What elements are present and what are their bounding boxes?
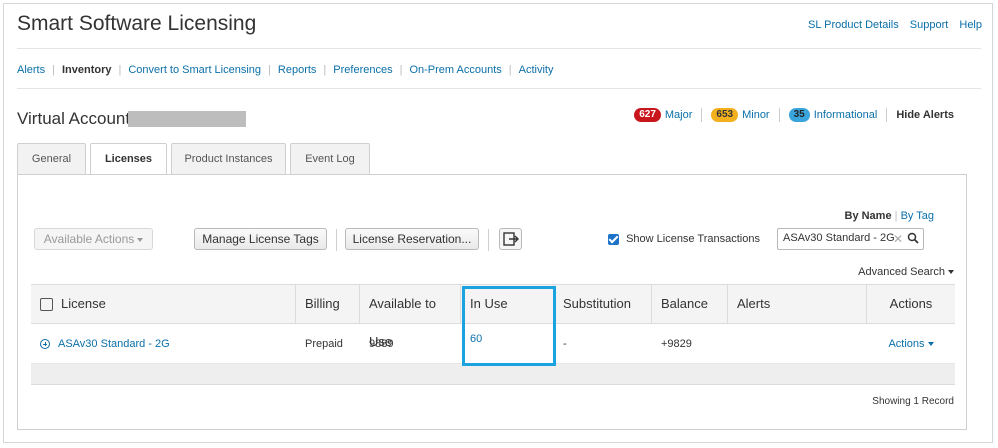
tab-bar: General Licenses Product Instances Event… <box>17 143 374 175</box>
nav-separator: | <box>268 64 271 76</box>
alert-separator <box>701 108 703 122</box>
nav-separator: | <box>52 64 55 76</box>
virtual-account-label: Virtual Account: <box>17 109 135 128</box>
search-icon[interactable] <box>907 232 919 247</box>
support-link[interactable]: Support <box>910 19 949 31</box>
available-actions-label: Available Actions <box>43 232 135 246</box>
column-substitution[interactable]: Substitution <box>554 285 652 323</box>
nav-on-prem-accounts[interactable]: On-Prem Accounts <box>409 64 501 76</box>
search-mode-toggle: By Name | By Tag <box>845 210 935 222</box>
search-by-name[interactable]: By Name <box>845 210 892 222</box>
manage-license-tags-button[interactable]: Manage License Tags <box>194 228 327 250</box>
show-transactions-checkbox[interactable] <box>608 233 619 245</box>
divider <box>17 88 981 89</box>
alerts-cell <box>728 324 867 363</box>
row-actions-label: Actions <box>888 338 925 350</box>
license-cell: ASAv30 Standard - 2G <box>31 324 296 363</box>
nav-convert-to-smart-licensing[interactable]: Convert to Smart Licensing <box>128 64 261 76</box>
tab-licenses[interactable]: Licenses <box>90 143 167 175</box>
toolbar-separator <box>336 229 337 251</box>
clear-search-icon[interactable]: ✕ <box>893 232 903 246</box>
balance-cell: +9829 <box>661 338 692 350</box>
chevron-down-icon <box>927 342 934 347</box>
column-billing[interactable]: Billing <box>296 285 360 323</box>
major-alert-count: 627 <box>634 108 661 122</box>
select-all-checkbox[interactable] <box>40 298 53 312</box>
divider <box>17 48 981 49</box>
search-by-tag[interactable]: By Tag <box>901 210 934 222</box>
available-cell: 9889 <box>369 338 394 350</box>
tab-event-log[interactable]: Event Log <box>290 143 370 174</box>
column-balance[interactable]: Balance <box>652 285 728 323</box>
sl-product-details-link[interactable]: SL Product Details <box>808 19 899 31</box>
export-button[interactable] <box>499 228 522 250</box>
substitution-cell: - <box>563 338 567 350</box>
expand-row-icon[interactable] <box>40 339 50 350</box>
licenses-panel: By Name | By Tag Available Actions Manag… <box>17 174 967 430</box>
show-transactions-label: Show License Transactions <box>626 233 760 245</box>
hide-alerts-link[interactable]: Hide Alerts <box>896 109 954 121</box>
informational-alerts-link[interactable]: Informational <box>814 109 878 121</box>
billing-cell: Prepaid <box>305 338 343 350</box>
tab-general[interactable]: General <box>17 143 86 174</box>
column-actions: Actions <box>889 296 933 311</box>
search-mode-separator: | <box>894 210 898 222</box>
toolbar-separator <box>488 229 489 251</box>
license-reservation-button[interactable]: License Reservation... <box>345 228 479 250</box>
alert-separator <box>886 108 888 122</box>
column-available-to-use[interactable]: Available to Use <box>360 285 461 349</box>
search-value: ASAv30 Standard - 2G <box>783 232 895 244</box>
info-alert-count: 35 <box>788 108 810 122</box>
nav-separator: | <box>508 64 512 76</box>
help-link[interactable]: Help <box>959 19 982 31</box>
chevron-down-icon <box>948 270 954 275</box>
advanced-search-link[interactable]: Advanced Search <box>858 266 954 278</box>
row-actions-dropdown[interactable]: Actions <box>867 324 955 363</box>
major-alerts-link[interactable]: Major <box>665 109 693 121</box>
chevron-down-icon <box>137 237 144 242</box>
table-spacer <box>31 364 955 385</box>
column-license-label: License <box>61 296 106 311</box>
nav-inventory[interactable]: Inventory <box>62 64 112 76</box>
virtual-account-name-redacted <box>128 111 246 127</box>
nav-reports[interactable]: Reports <box>278 64 317 76</box>
app-title: Smart Software Licensing <box>17 12 257 35</box>
column-alerts[interactable]: Alerts <box>728 285 867 323</box>
advanced-search-label: Advanced Search <box>858 266 945 278</box>
nav-alerts[interactable]: Alerts <box>17 64 45 76</box>
available-actions-button[interactable]: Available Actions <box>34 228 153 250</box>
export-icon <box>503 232 519 246</box>
nav-separator: | <box>399 64 403 76</box>
nav-separator: | <box>118 64 122 76</box>
nav-preferences[interactable]: Preferences <box>333 64 392 76</box>
nav-activity[interactable]: Activity <box>519 64 554 76</box>
minor-alerts-link[interactable]: Minor <box>742 109 770 121</box>
in-use-column-highlight <box>462 286 556 366</box>
show-license-transactions[interactable]: Show License Transactions <box>608 233 760 245</box>
record-count: Showing 1 Record <box>872 396 954 407</box>
nav-separator: | <box>323 64 327 76</box>
column-license[interactable]: License <box>31 285 296 323</box>
license-search-input[interactable]: ASAv30 Standard - 2G ✕ <box>777 228 924 250</box>
main-nav: Alerts | Inventory | Convert to Smart Licens… <box>17 64 553 76</box>
alert-separator <box>778 108 780 122</box>
top-links: SL Product Details Support Help <box>800 19 982 31</box>
license-name-link[interactable]: ASAv30 Standard - 2G <box>58 338 170 350</box>
minor-alert-count: 653 <box>711 108 739 122</box>
alert-summary: 627 Major 653 Minor 35 Informational Hid… <box>634 108 954 122</box>
tab-product-instances[interactable]: Product Instances <box>171 143 286 174</box>
